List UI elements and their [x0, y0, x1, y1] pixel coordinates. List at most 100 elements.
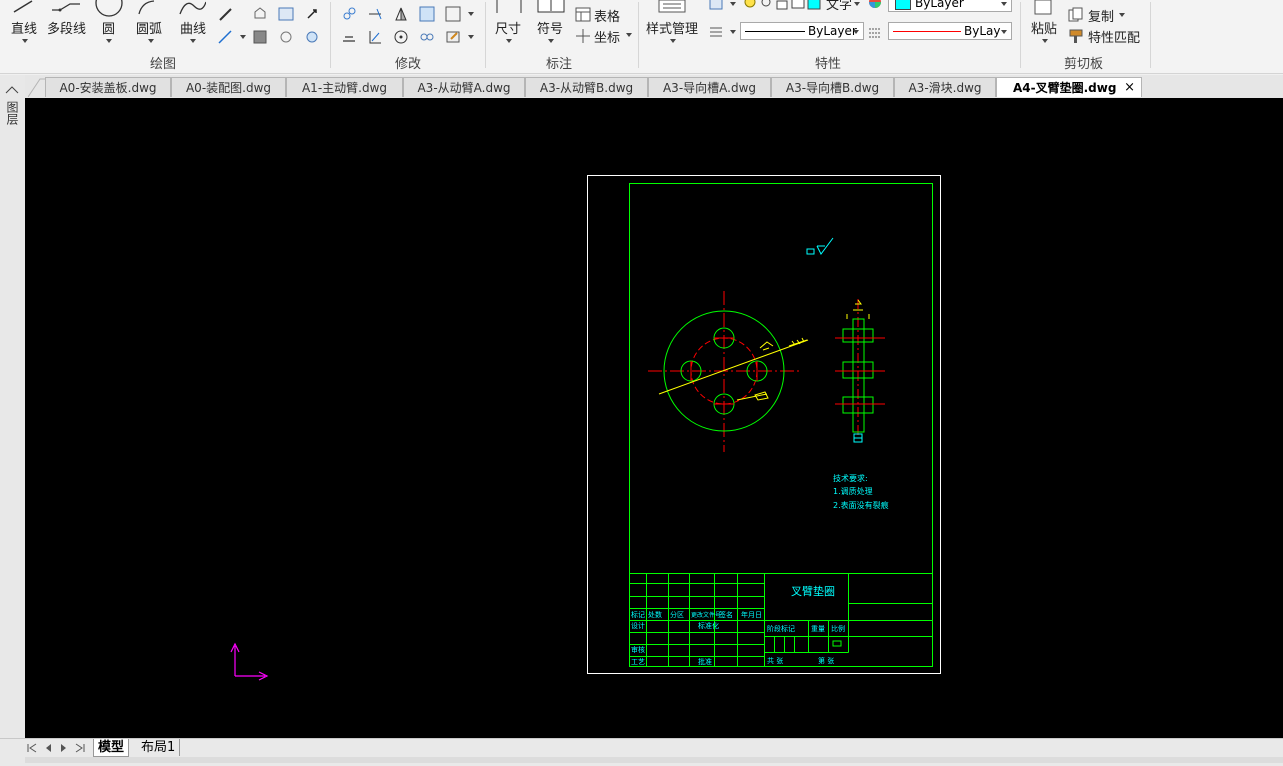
rotate-icon[interactable]	[393, 29, 409, 45]
hatch-icon[interactable]	[252, 29, 268, 45]
lineweight-value: ByLay	[964, 24, 1001, 38]
surface-finish-symbol	[806, 237, 834, 255]
coordinate-button[interactable]: 坐标	[575, 27, 635, 46]
table-icon[interactable]	[278, 6, 294, 22]
tb-date: 年月日	[741, 610, 762, 619]
scale-icon[interactable]	[367, 29, 383, 45]
circle-tool-button[interactable]: 圆	[94, 0, 124, 48]
lineweight-combo[interactable]: ByLay	[888, 22, 1012, 40]
layer-icon[interactable]	[708, 0, 724, 13]
chevron-down-icon	[190, 39, 196, 43]
style-manager-button[interactable]: 样式管理	[645, 0, 701, 48]
region-icon[interactable]	[252, 6, 268, 22]
modify-group-label: 修改	[395, 57, 422, 72]
dimension-label: 尺寸	[495, 22, 522, 37]
explode-icon[interactable]	[445, 29, 461, 45]
layout-tab-bar: 模型 布局1	[0, 738, 1283, 766]
lightbulb-icon[interactable]	[742, 0, 758, 12]
fillet-icon[interactable]	[445, 6, 461, 22]
construction-line-icon[interactable]	[217, 29, 233, 45]
layer-panel-toggle[interactable]: 图层	[4, 82, 20, 132]
print-icon[interactable]	[790, 0, 806, 12]
line-tool-button[interactable]: 直线	[8, 0, 42, 48]
copy-icon	[1068, 7, 1083, 22]
move-icon[interactable]	[341, 6, 357, 22]
next-layout-icon[interactable]	[59, 743, 69, 753]
arc-tool-button[interactable]: 圆弧	[134, 0, 168, 48]
tab-a3-slider[interactable]: A3-滑块.dwg	[894, 77, 996, 97]
table-button[interactable]: 表格	[575, 6, 625, 25]
tab-label: A4-叉臂垫圈.dwg	[1013, 81, 1117, 95]
boundary-icon[interactable]	[278, 29, 294, 45]
chevron-down-icon	[468, 35, 474, 39]
model-tab[interactable]: 模型	[93, 739, 130, 757]
dimension-tool-button[interactable]: 尺寸	[492, 0, 526, 48]
tb-process: 工艺	[631, 658, 645, 666]
last-layout-icon[interactable]	[75, 743, 85, 753]
chevron-down-icon	[626, 33, 632, 37]
drawing-title: 叉臂垫圈	[791, 584, 835, 598]
drawing-canvas[interactable]: 技术要求: 1.调质处理 2.表面没有裂痕 叉臂垫圈 标记 处数 分区 更改文件…	[25, 98, 1283, 738]
tab-a3-guide-slot-b[interactable]: A3-导向槽B.dwg	[771, 77, 894, 97]
chevron-down-icon	[1042, 39, 1048, 43]
close-icon[interactable]: ×	[1124, 78, 1135, 98]
layout1-tab[interactable]: 布局1	[137, 739, 181, 756]
tab-a3-driven-arm-b[interactable]: A3-从动臂B.dwg	[525, 77, 648, 97]
offset-icon[interactable]	[419, 6, 435, 22]
symbol-tool-button[interactable]: 符号	[534, 0, 568, 48]
previous-layout-icon[interactable]	[43, 743, 53, 753]
wipeout-icon[interactable]	[304, 29, 320, 45]
spline-tool-label: 曲线	[180, 22, 207, 37]
coordinate-icon	[576, 29, 590, 43]
circle-tool-label: 圆	[102, 22, 116, 37]
stretch-icon[interactable]	[341, 29, 357, 45]
front-view	[648, 291, 809, 452]
draw-group-label: 绘图	[150, 57, 177, 72]
table-label: 表格	[594, 10, 621, 25]
color-swatch	[895, 0, 911, 10]
chevron-down-icon	[1001, 2, 1007, 6]
table-icon	[575, 7, 591, 22]
first-layout-icon[interactable]	[27, 743, 37, 753]
tab-a4-fork-arm-washer[interactable]: A4-叉臂垫圈.dwg ×	[996, 77, 1142, 97]
ucs-icon	[230, 642, 269, 681]
tb-stage: 阶段标记	[767, 624, 795, 633]
copy-button[interactable]: 复制	[1068, 6, 1128, 25]
horizontal-scrollbar[interactable]	[25, 757, 1283, 763]
tb-approve: 批准	[698, 657, 712, 666]
tab-a1-driving-arm[interactable]: A1-主动臂.dwg	[286, 77, 403, 97]
paste-button[interactable]: 粘贴	[1028, 0, 1062, 48]
color-wheel-icon[interactable]	[867, 0, 883, 12]
polyline-tool-button[interactable]: 多段线	[46, 0, 88, 48]
side-view	[835, 299, 885, 443]
chevron-down-icon	[468, 12, 474, 16]
match-properties-label: 特性匹配	[1088, 31, 1141, 46]
point-icon[interactable]	[304, 6, 320, 22]
spline-tool-button[interactable]: 曲线	[176, 0, 210, 48]
polyline-tool-label: 多段线	[47, 22, 87, 37]
array-icon[interactable]	[419, 29, 435, 45]
layer-color-icon[interactable]	[806, 0, 822, 12]
polyline-icon	[52, 3, 80, 12]
mirror-icon[interactable]	[393, 6, 409, 22]
lock-icon[interactable]	[774, 0, 790, 12]
sun-icon[interactable]	[758, 0, 774, 12]
trim-icon[interactable]	[367, 6, 383, 22]
lineweight-icon[interactable]	[708, 24, 724, 40]
tab-a3-driven-arm-a[interactable]: A3-从动臂A.dwg	[403, 77, 525, 97]
chevron-down-icon	[240, 35, 246, 39]
color-combo[interactable]: ByLayer	[888, 0, 1012, 12]
linetype-combo[interactable]: ByLayer	[740, 22, 864, 40]
pencil-icon[interactable]	[217, 6, 233, 22]
tab-a3-guide-slot-a[interactable]: A3-导向槽A.dwg	[648, 77, 771, 97]
symbol-icon	[537, 0, 565, 13]
text-style-label[interactable]: 文字	[826, 0, 852, 13]
linetype-sample	[745, 31, 805, 32]
tab-a0-assembly[interactable]: A0-装配图.dwg	[171, 77, 286, 97]
linetype-scale-icon[interactable]	[867, 24, 883, 40]
tb-review: 审核	[631, 645, 645, 654]
tab-a0-cover-plate[interactable]: A0-安装盖板.dwg	[45, 77, 171, 97]
match-properties-button[interactable]: 特性匹配	[1068, 27, 1148, 46]
left-side-panel: 图层	[0, 75, 25, 738]
technical-requirements: 技术要求: 1.调质处理 2.表面没有裂痕	[833, 473, 889, 510]
